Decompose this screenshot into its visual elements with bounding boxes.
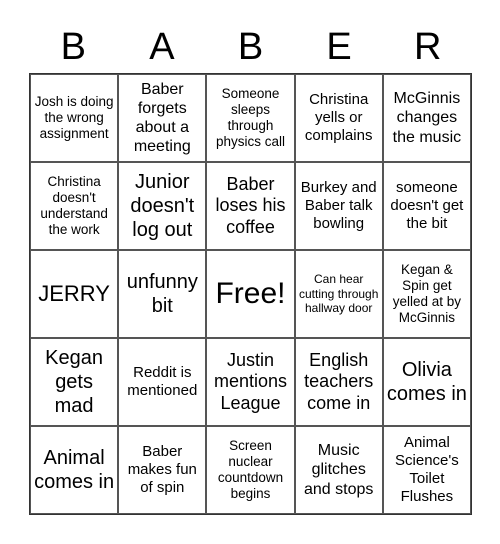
header-letter: B [60,26,86,68]
bingo-cell[interactable]: Baber forgets about a meeting [118,74,207,162]
bingo-cell[interactable]: Olivia comes in [382,338,471,426]
bingo-cell[interactable]: Burkey and Baber talk bowling [294,162,383,250]
bingo-cell[interactable]: Christina yells or complains [294,74,383,162]
header-letter: A [149,26,175,68]
bingo-cell[interactable]: Baber makes fun of spin [118,426,207,514]
bingo-cell[interactable]: JERRY [30,250,119,338]
bingo-cell[interactable]: Christina doesn't understand the work [30,162,119,250]
header-letter: E [326,26,352,68]
bingo-cell[interactable]: Kegan gets mad [30,338,119,426]
bingo-cell[interactable]: unfunny bit [118,250,207,338]
bingo-cell[interactable]: Baber loses his coffee [206,162,295,250]
bingo-cell[interactable]: Junior doesn't log out [118,162,207,250]
bingo-header: B A B E R [29,22,472,72]
bingo-cell[interactable]: Someone sleeps through physics call [206,74,295,162]
bingo-cell[interactable]: English teachers come in [294,338,383,426]
bingo-cell[interactable]: Can hear cutting through hallway door [294,250,383,338]
bingo-board: Josh is doing the wrong assignment Baber… [29,73,472,515]
header-letter: B [237,26,264,68]
bingo-cell[interactable]: Reddit is mentioned [118,338,207,426]
bingo-cell[interactable]: Josh is doing the wrong assignment [30,74,119,162]
bingo-cell[interactable]: Kegan & Spin get yelled at by McGinnis [382,250,471,338]
free-space[interactable]: Free! [206,250,295,338]
bingo-cell[interactable]: Music glitches and stops [294,426,383,514]
bingo-cell[interactable]: McGinnis changes the music [382,74,471,162]
bingo-cell[interactable]: Animal comes in [30,426,119,514]
bingo-cell[interactable]: Justin mentions League [206,338,295,426]
bingo-cell[interactable]: Screen nuclear countdown begins [206,426,295,514]
header-letter: R [413,26,442,68]
bingo-cell[interactable]: Animal Science's Toilet Flushes [382,426,471,514]
bingo-cell[interactable]: someone doesn't get the bit [382,162,471,250]
